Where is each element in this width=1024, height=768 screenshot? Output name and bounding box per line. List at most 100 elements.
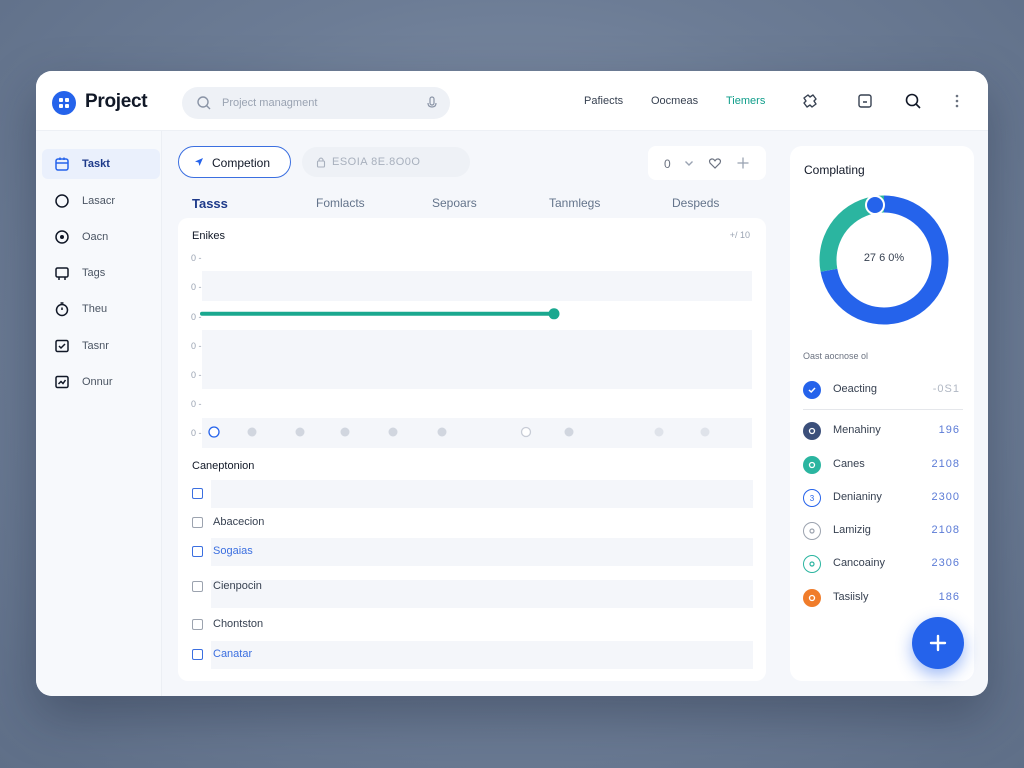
sidebar-item-tasks[interactable]: Taskt [42,149,160,179]
checkbox[interactable] [192,546,203,557]
legend-label: Cancoainy [833,557,885,569]
checkbox[interactable] [192,649,203,660]
legend-item[interactable]: Lamizig 2108 [790,516,974,546]
heart-icon[interactable] [708,156,722,170]
completion-button-label: Competion [212,156,271,170]
row-band [211,538,753,566]
sidebar-item-label: Oacn [82,231,109,243]
square-minus-icon[interactable] [855,91,875,111]
legend-value: 186 [938,591,960,603]
app-title: Project [85,91,148,112]
completion-button[interactable]: Competion [178,146,291,178]
checklist-label: Abacecion [213,516,265,528]
checklist-row[interactable] [178,480,766,508]
plus-icon[interactable] [736,156,750,170]
legend-label: Tasiisly [833,591,869,603]
calendar-icon [55,157,69,171]
dot-icon [803,456,821,474]
dot-icon [803,422,821,440]
filter-text: ESOIA 8E.8O0O [332,156,421,168]
timeline-dot [520,426,532,438]
legend-item[interactable]: 3 Denianiny 2300 [790,483,974,513]
tab-bar: Tasss Fomlacts Sepoars Tanmlegs Despeds [178,190,766,216]
nav-link-docs[interactable]: Oocmeas [651,95,698,107]
checkbox[interactable] [192,488,203,499]
legend-label: Menahiny [833,424,881,436]
circle-icon [55,194,69,208]
row-band [211,580,753,608]
sidebar-item-label: Lasacr [82,195,116,207]
mic-icon[interactable] [426,96,438,110]
filter-pill[interactable]: ESOIA 8E.8O0O [302,147,470,177]
checklist-row[interactable]: Cienpocin [178,573,766,608]
plus-icon [929,634,947,652]
search-icon[interactable] [903,91,923,111]
row-band [211,641,753,669]
progress-handle[interactable] [548,308,560,320]
row-band [211,480,753,508]
legend-value: 2108 [931,458,960,470]
main-content: Competion ESOIA 8E.8O0O 0 Tasss Fomlacts… [178,146,766,681]
tab-sepoars[interactable]: Sepoars [432,196,477,210]
legend-item[interactable]: Tasiisly 186 [790,583,974,613]
nav-link-projects[interactable]: Pafiects [584,95,623,107]
top-header: Project Pafiects Oocmeas Tiemers [36,71,988,131]
sidebar-item-lasacr[interactable]: Lasacr [42,186,160,216]
tab-tanmlegs[interactable]: Tanmlegs [549,196,600,210]
timeline-dot [564,427,574,437]
toolbar-actions: 0 [648,146,766,180]
completion-panel: Complating 27 6 0% Oast aocnose ol Oeact… [790,146,974,681]
legend-value: 2300 [931,491,960,503]
checklist-row[interactable]: Chontston [178,611,766,639]
checklist-row[interactable]: Canatar [178,641,766,669]
legend-value: -0S1 [932,383,960,395]
sidebar-item-tags[interactable]: Tags [42,258,160,288]
app-logo-icon[interactable] [52,91,76,115]
legend-value: 2108 [931,524,960,536]
timeline-dot [437,427,447,437]
legend-label: Denianiny [833,491,882,503]
checkbox[interactable] [192,517,203,528]
search-icon [197,96,211,110]
more-vertical-icon[interactable] [947,91,967,111]
timeline-dot [340,427,350,437]
legend-item[interactable]: Cancoainy 2306 [790,549,974,579]
check-icon [803,381,821,399]
tasks-card: Enikes +/ 10 0 - 0 - 0 - 0 - 0 - 0 - 0 -… [178,218,766,681]
sidebar-item-oacn[interactable]: Oacn [42,222,160,252]
timeline-dot [247,427,257,437]
timeline-dot [654,427,664,437]
sidebar-item-tasnr[interactable]: Tasnr [42,331,160,361]
add-fab-button[interactable] [912,617,964,669]
donut-handle[interactable] [865,195,885,215]
legend-item[interactable]: Oeacting -0S1 [790,375,974,405]
legend-item[interactable]: Menahiny 196 [790,416,974,446]
sidebar-item-theu[interactable]: Theu [42,294,160,324]
checklist-row[interactable]: Sogaias [178,538,766,566]
divider [803,409,963,410]
panel-subtitle: Oast aocnose ol [803,351,869,361]
clock-icon [55,302,69,317]
sidebar-item-onnur[interactable]: Onnur [42,367,160,397]
sidebar-item-label: Tasnr [82,340,109,352]
ring-icon: 3 [803,489,821,507]
search-bar[interactable] [182,87,450,119]
nav-link-timers[interactable]: Tiemers [726,95,765,107]
search-input[interactable] [222,94,412,112]
puzzle-icon[interactable] [800,91,820,111]
legend-value: 2306 [931,557,960,569]
tab-despeds[interactable]: Despeds [672,196,719,210]
checkbox[interactable] [192,581,203,592]
checklist-row[interactable]: Abacecion [178,509,766,537]
legend-label: Canes [833,458,865,470]
tab-tasks[interactable]: Tasss [192,196,228,211]
sidebar-item-label: Tags [82,267,106,279]
legend-item[interactable]: Canes 2108 [790,450,974,480]
chevron-down-icon[interactable] [682,156,696,170]
donut-label: 27 6 0% [863,252,905,264]
sidebar: Taskt Lasacr Oacn Tags Theu Tasnr Onnur [36,131,162,696]
checkbox[interactable] [192,619,203,630]
legend-label: Lamizig [833,524,871,536]
tab-fomlacts[interactable]: Fomlacts [316,196,365,210]
section-title: Caneptonion [192,460,255,472]
